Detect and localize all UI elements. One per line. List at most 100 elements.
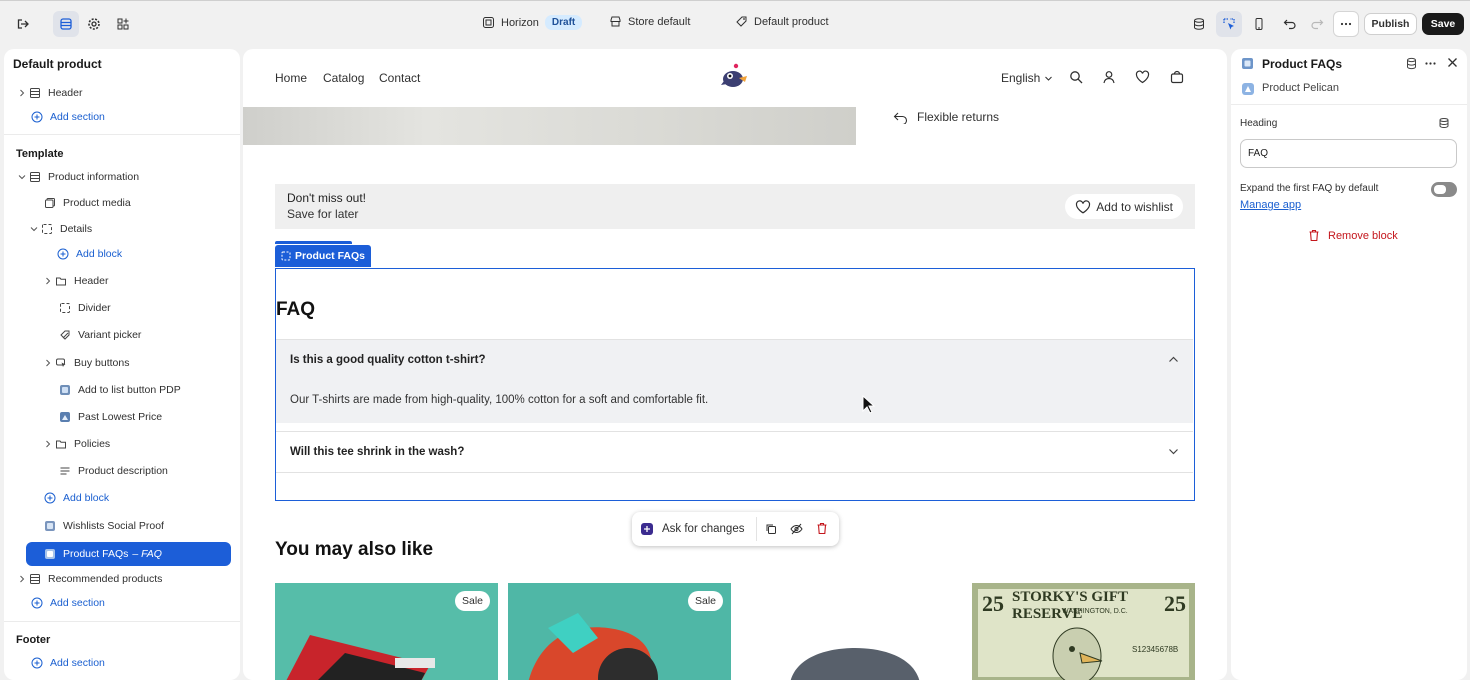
dynamic-source-icon[interactable] [1438,117,1450,129]
expand-first-toggle[interactable] [1431,182,1457,197]
product-card[interactable]: Sale [275,583,498,680]
store-icon [610,16,621,27]
gear-icon[interactable] [81,11,107,37]
plus-circle-icon [30,110,44,124]
banner-title: Don't miss out! [287,191,366,205]
language-selector[interactable]: English [1001,71,1053,85]
text-icon [58,464,72,478]
close-icon[interactable] [1447,57,1458,68]
publish-button[interactable]: Publish [1364,13,1417,35]
sidebar-item-label: Product media [63,197,131,209]
wishlist-banner: Don't miss out! Save for later Add to wi… [275,184,1195,229]
sidebar-item-details[interactable]: Details [4,217,240,241]
heart-icon[interactable] [1135,70,1150,84]
sidebar-item-divider[interactable]: Divider [4,296,240,320]
heart-icon [1076,199,1091,213]
selection-tab-indicator [275,241,352,244]
sidebar-item-label: Variant picker [78,329,142,341]
database-icon[interactable] [1405,57,1418,70]
add-block-label: Add block [76,248,123,260]
sidebar-item-label: Product description [78,465,168,477]
block-selection-tag[interactable]: Product FAQs [275,245,372,267]
sidebar-item-buy-buttons[interactable]: Buy buttons [4,351,240,375]
remove-block-button[interactable]: Remove block [1308,229,1398,242]
sidebar-item-header[interactable]: Header [4,81,240,105]
block-settings-panel: Product FAQs Product Pelican Heading FAQ… [1231,49,1467,680]
add-block-button[interactable]: Add block [4,242,240,266]
chevron-right-icon [42,277,54,285]
faq-question[interactable]: Will this tee shrink in the wash? [276,431,1193,472]
sidebar-item-product-media[interactable]: Product media [4,191,240,215]
ask-for-changes-button[interactable]: Ask for changes [662,523,744,535]
sidebar-item-product-faqs[interactable]: Product FAQs – FAQ [26,542,231,566]
sidebar-item-variant-picker[interactable]: Variant picker [4,323,240,347]
nav-link-home[interactable]: Home [275,71,307,85]
sidebar-item-label: Policies [74,438,111,450]
account-icon[interactable] [1102,70,1116,84]
product-card[interactable]: Sale [508,583,731,680]
store-logo[interactable] [719,61,749,91]
database-icon[interactable] [1186,11,1212,37]
inspector-icon[interactable] [1216,11,1242,37]
add-section-button[interactable]: Add section [4,651,240,675]
cart-icon[interactable] [1170,70,1184,84]
sidebar-item-policies[interactable]: Policies [4,432,240,456]
preview-canvas: Home Catalog Contact English Flexible re… [243,49,1227,680]
add-to-wishlist-button[interactable]: Add to wishlist [1065,194,1183,219]
more-options-icon[interactable] [1424,57,1437,70]
group-icon [40,222,54,236]
sidebar-item-sublabel: – FAQ [132,548,162,560]
add-block-button[interactable]: Add block [4,486,240,510]
draft-badge: Draft [544,15,583,30]
template-selector[interactable]: Default product [735,15,829,28]
redo-icon[interactable] [1304,11,1330,37]
trash-icon [1309,229,1319,242]
apps-icon[interactable] [110,11,136,37]
faq-block[interactable]: FAQ Is this a good quality cotton t-shir… [275,268,1195,501]
nav-link-catalog[interactable]: Catalog [323,71,364,85]
search-icon[interactable] [1069,70,1083,84]
faq-question[interactable]: Is this a good quality cotton t-shirt? [276,339,1193,380]
duplicate-icon[interactable] [765,523,777,535]
theme-icon [483,17,494,28]
product-card[interactable]: STORKY'S GIFT RESERVE WASHINGTON, D.C. 2… [972,583,1195,680]
delete-icon[interactable] [816,522,828,535]
heading-input[interactable]: FAQ [1240,139,1457,168]
block-icon [281,251,291,261]
store-selector[interactable]: Store default [609,15,690,28]
sidebar-item-label: Details [60,223,93,235]
theme-selector[interactable]: Horizon Draft [482,15,583,30]
sidebar-item-wishlists-social-proof[interactable]: Wishlists Social Proof [4,514,240,538]
mobile-icon[interactable] [1246,11,1272,37]
plus-circle-icon [56,247,70,261]
hide-icon[interactable] [790,523,803,535]
sidebar-item-product-description[interactable]: Product description [4,459,240,483]
nav-link-contact[interactable]: Contact [379,71,420,85]
add-section-label: Add section [50,657,105,669]
more-actions-icon[interactable] [1333,11,1359,37]
bill-number: 25 [1164,591,1186,616]
banner-subtitle: Save for later [287,207,359,221]
add-section-button[interactable]: Add section [4,105,240,129]
undo-icon[interactable] [1277,11,1303,37]
app-block-icon [1241,57,1254,70]
save-button[interactable]: Save [1422,13,1464,35]
language-label: English [1001,71,1041,85]
product-card[interactable] [740,583,963,680]
manage-app-link[interactable]: Manage app [1240,199,1301,211]
sidebar-item-product-information[interactable]: Product information [4,165,240,189]
folder-icon [54,437,68,451]
exit-icon[interactable] [10,11,36,37]
sections-icon[interactable] [53,11,79,37]
sidebar-item-label: Past Lowest Price [78,411,163,423]
sidebar-item-add-to-list[interactable]: Add to list button PDP [4,378,240,402]
sidebar-item-recommended-products[interactable]: Recommended products [4,567,240,591]
sidebar-item-past-lowest-price[interactable]: Past Lowest Price [4,405,240,429]
plus-circle-icon [43,491,57,505]
folder-icon [54,274,68,288]
add-section-button[interactable]: Add section [4,591,240,615]
app-block-icon [43,547,57,561]
template-heading: Template [16,148,64,160]
sidebar-item-label: Product FAQs [63,548,129,560]
sidebar-item-header-block[interactable]: Header [4,269,240,293]
